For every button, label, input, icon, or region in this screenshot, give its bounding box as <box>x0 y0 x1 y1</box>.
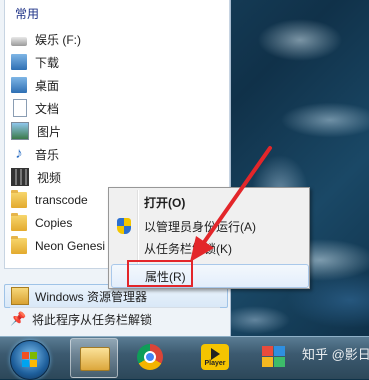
section-title: 常用 <box>15 7 40 21</box>
taskbar-chrome[interactable] <box>125 338 175 376</box>
list-item-drive-f[interactable]: 娱乐 (F:) <box>11 28 229 50</box>
taskbar-windows-explorer[interactable] <box>70 338 118 378</box>
context-menu-open[interactable]: 打开(O) <box>111 191 307 213</box>
pin-icon: 📌 <box>10 311 27 326</box>
context-menu-label: 以管理员身份运行(A) <box>144 219 256 234</box>
uac-shield-icon <box>117 218 131 234</box>
annotation-highlight-box <box>127 260 193 287</box>
list-item-label: 音乐 <box>35 147 60 162</box>
list-item-label: 文档 <box>35 101 60 116</box>
chrome-icon <box>137 344 163 370</box>
list-item-downloads[interactable]: 下载 <box>11 51 229 73</box>
unpin-from-taskbar[interactable]: 📌 将此程序从任务栏解锁 <box>4 308 226 330</box>
windows-explorer-icon <box>80 347 110 371</box>
music-icon: ♪ <box>15 145 23 162</box>
list-item-pictures[interactable]: 图片 <box>11 120 229 142</box>
video-icon <box>11 168 29 186</box>
download-folder-icon <box>11 54 27 70</box>
list-item-desktop[interactable]: 桌面 <box>11 74 229 96</box>
list-item-label: Neon Genesi <box>35 239 106 253</box>
pictures-icon <box>11 122 29 140</box>
context-menu-label: 从任务栏解锁(K) <box>144 241 232 256</box>
unpin-label: 将此程序从任务栏解锁 <box>32 312 153 327</box>
windows-explorer-icon <box>11 287 29 305</box>
list-item-music[interactable]: ♪ 音乐 <box>11 143 229 165</box>
list-item-label: 桌面 <box>35 78 60 93</box>
folder-icon <box>11 236 27 254</box>
folder-icon <box>11 190 27 208</box>
watermark: 知乎 @影日常 <box>302 347 369 362</box>
drive-icon <box>11 36 27 46</box>
list-item-label: 娱乐 (F:) <box>35 32 81 47</box>
documents-icon <box>13 99 27 117</box>
list-item-label: 图片 <box>37 124 62 139</box>
pinned-app-label: Windows 资源管理器 <box>35 289 148 304</box>
windows-logo-icon <box>22 352 38 368</box>
list-item-videos[interactable]: 视频 <box>11 166 229 188</box>
start-button[interactable] <box>10 340 50 380</box>
potplayer-icon: Player <box>201 344 229 370</box>
list-item-label: transcode <box>35 193 88 207</box>
taskbar-app[interactable] <box>258 338 294 376</box>
context-menu-unpin[interactable]: 从任务栏解锁(K) <box>111 237 307 259</box>
context-menu-label: 打开(O) <box>144 195 186 210</box>
list-item-label: 视频 <box>37 170 62 185</box>
taskbar-potplayer[interactable]: Player <box>196 338 234 376</box>
folder-icon <box>11 213 27 231</box>
list-item-label: 下载 <box>35 55 60 70</box>
desktop-folder-icon <box>11 77 27 93</box>
list-item-label: Copies <box>35 216 73 230</box>
context-menu-run-as-admin[interactable]: 以管理员身份运行(A) <box>111 215 307 237</box>
player-icon-text: Player <box>204 360 226 367</box>
list-item-documents[interactable]: 文档 <box>11 97 229 119</box>
app-icon <box>262 346 286 368</box>
